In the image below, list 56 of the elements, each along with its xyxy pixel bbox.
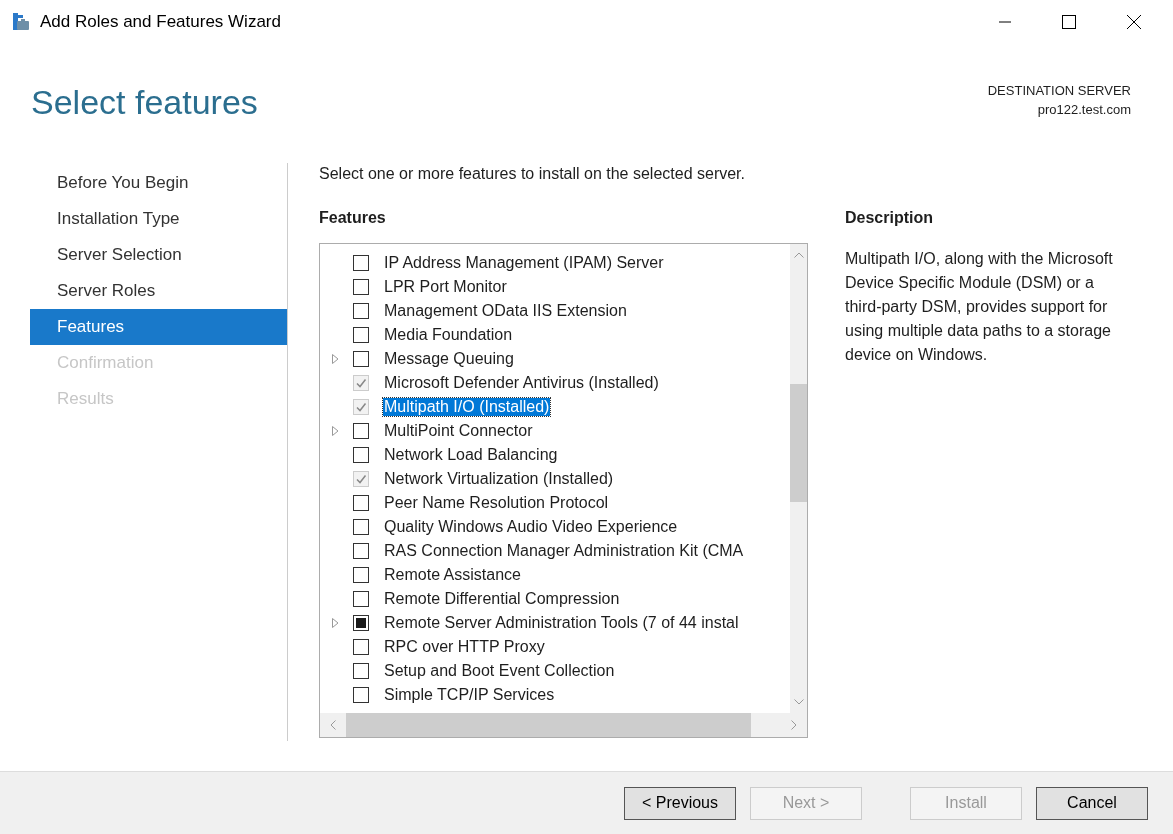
checkbox[interactable] (353, 447, 369, 463)
nav-item[interactable]: Before You Begin (30, 165, 287, 201)
feature-label[interactable]: IP Address Management (IPAM) Server (383, 254, 665, 272)
window-title: Add Roles and Features Wizard (40, 11, 281, 32)
checkbox[interactable] (353, 519, 369, 535)
checkbox[interactable] (353, 327, 369, 343)
checkbox[interactable] (353, 351, 369, 367)
feature-label[interactable]: Quality Windows Audio Video Experience (383, 518, 679, 536)
nav-item[interactable]: Installation Type (30, 201, 287, 237)
checkbox[interactable] (353, 543, 369, 559)
checkbox[interactable] (353, 687, 369, 703)
feature-label[interactable]: Management OData IIS Extension (383, 302, 628, 320)
checkbox[interactable] (353, 423, 369, 439)
checkbox[interactable] (353, 255, 369, 271)
horizontal-scrollbar[interactable] (320, 713, 807, 737)
checkbox[interactable] (353, 279, 369, 295)
wizard-button[interactable]: Cancel (1036, 786, 1148, 820)
nav-item[interactable]: Features (30, 309, 287, 345)
checkbox[interactable] (353, 639, 369, 655)
feature-label[interactable]: MultiPoint Connector (383, 422, 534, 440)
instruction-text: Select one or more features to install on the selected server. (319, 164, 746, 183)
description-text: Multipath I/O, along with the Microsoft Device Specific Module (DSM) or a third-party DSM, provides support for using multiple data paths to a storage device on Windows. (845, 249, 1113, 365)
scrollbar-thumb[interactable] (790, 384, 807, 502)
wizard-app-icon (12, 12, 30, 31)
nav-item[interactable]: Server Selection (30, 237, 287, 273)
scrollbar-thumb[interactable] (346, 713, 751, 737)
close-icon[interactable] (1127, 14, 1141, 29)
feature-label[interactable]: Setup and Boot Event Collection (383, 662, 616, 680)
checkbox[interactable] (353, 663, 369, 679)
checkbox[interactable] (353, 495, 369, 511)
checkbox[interactable] (353, 591, 369, 607)
feature-label[interactable]: Remote Assistance (383, 566, 522, 584)
feature-label[interactable]: Message Queuing (383, 350, 515, 368)
feature-label[interactable]: Network Load Balancing (383, 446, 559, 464)
features-heading: Features (319, 209, 387, 227)
expand-icon[interactable] (332, 354, 339, 364)
vertical-scrollbar[interactable] (790, 244, 807, 713)
nav-item[interactable]: Server Roles (30, 273, 287, 309)
maximize-icon[interactable] (1062, 14, 1076, 29)
wizard-button[interactable]: < Previous (624, 786, 736, 820)
feature-label[interactable]: LPR Port Monitor (383, 278, 508, 296)
checkbox[interactable] (353, 567, 369, 583)
feature-label[interactable]: Remote Differential Compression (383, 590, 621, 608)
page-title: Select features (31, 83, 258, 123)
expand-icon[interactable] (332, 618, 339, 628)
description-heading: Description (845, 209, 934, 227)
expand-icon[interactable] (332, 426, 339, 436)
checkbox[interactable] (353, 303, 369, 319)
feature-label[interactable]: RAS Connection Manager Administration Kit (CMA (383, 542, 745, 560)
feature-label[interactable]: RPC over HTTP Proxy (383, 638, 546, 656)
feature-label[interactable]: Peer Name Resolution Protocol (383, 494, 610, 512)
destination-server: pro122.test.com (1037, 102, 1131, 117)
feature-label[interactable]: Media Foundation (383, 326, 514, 344)
feature-label[interactable]: Remote Server Administration Tools (7 of 44 instal (383, 614, 740, 632)
feature-label[interactable]: Simple TCP/IP Services (383, 686, 556, 704)
destination-label: DESTINATION SERVER (987, 83, 1131, 98)
